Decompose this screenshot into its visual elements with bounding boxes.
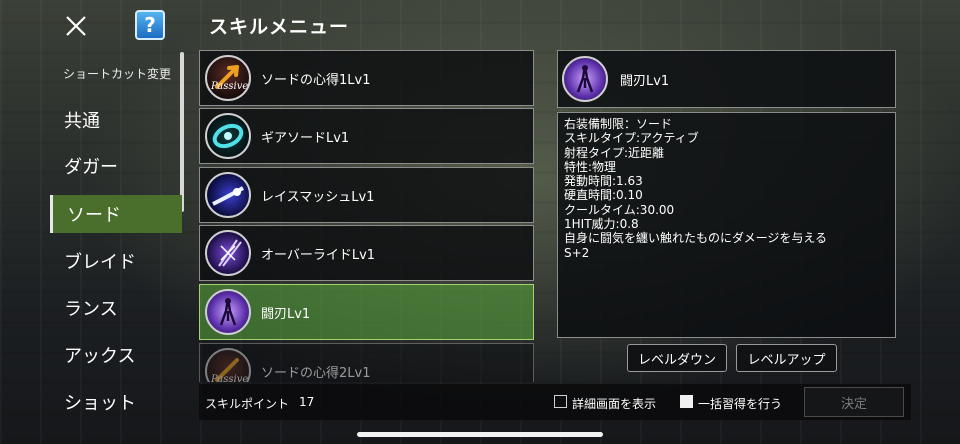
sidebar-item-label: ダガー (64, 157, 118, 178)
skill-row[interactable]: レイスマッシュLv1 (199, 167, 534, 223)
decide-button[interactable]: 決定 (804, 387, 904, 417)
cooldown: クールタイム:30.00 (564, 202, 675, 217)
sidebar-item-label: アックス (64, 346, 136, 367)
touha-icon (562, 56, 608, 102)
sidebar-item-common[interactable]: 共通 (50, 101, 182, 139)
skill-list[interactable]: Passive ソードの心得1Lv1 ギアソードLv1 レイスマッシュLv1 オ… (199, 50, 536, 382)
hit-power: 1HIT威力:0.8 (564, 217, 639, 232)
sidebar-item-label: ブレイド (64, 252, 136, 273)
touha-icon (205, 289, 251, 335)
attribute: 特性:物理 (564, 159, 617, 174)
level-up-button[interactable]: レベルアップ (736, 344, 837, 372)
skill-points-value: 17 (299, 395, 315, 409)
skill-name: ソードの心得2Lv1 (261, 365, 371, 381)
override-icon (205, 230, 251, 276)
skill-name: レイスマッシュLv1 (261, 189, 375, 205)
sidebar-item-lance[interactable]: ランス (50, 289, 182, 327)
cast-time: 発動時間:1.63 (564, 174, 643, 189)
sidebar-item-sword[interactable]: ソード (50, 195, 182, 233)
skill-description: 右装備制限：ソード スキルタイプ:アクティブ 射程タイプ:近距離 特性:物理 発… (557, 112, 896, 338)
grade-text: S+2 (564, 245, 590, 260)
sidebar-item-label: ランス (64, 299, 118, 320)
ray-smash-icon (205, 172, 251, 218)
skill-name: ソードの心得1Lv1 (261, 72, 371, 88)
skill-row[interactable]: Passive ソードの心得1Lv1 (199, 50, 534, 106)
skill-name: 闘刃Lv1 (261, 306, 311, 322)
detail-skill-name: 闘刃Lv1 (620, 73, 670, 89)
gear-sword-icon (205, 113, 251, 159)
sidebar-item-shot[interactable]: ショット (50, 383, 182, 421)
home-indicator[interactable] (357, 432, 603, 437)
bulk-learn-checkbox[interactable] (680, 395, 693, 408)
skill-row-selected[interactable]: 闘刃Lv1 (199, 284, 534, 340)
skill-points-label: スキルポイント (205, 397, 290, 411)
sidebar-item-label: ショット (64, 393, 136, 414)
help-button[interactable]: ? (135, 10, 165, 40)
sidebar-item-label: ソード (67, 205, 121, 226)
level-down-button[interactable]: レベルダウン (627, 344, 727, 372)
show-detail-checkbox[interactable] (554, 395, 567, 408)
page-title: スキルメニュー (209, 16, 350, 38)
stiff-time: 硬直時間:0.10 (564, 188, 643, 203)
close-icon (66, 16, 86, 36)
passive-label: Passive (211, 374, 249, 382)
show-detail-label[interactable]: 詳細画面を表示 (572, 395, 656, 412)
passive-label: Passive (211, 81, 249, 92)
sidebar-item-label: 共通 (64, 111, 100, 132)
description-text: 自身に闘気を纏い触れたものにダメージを与える (564, 231, 828, 246)
skill-row[interactable]: ギアソードLv1 (199, 108, 534, 164)
help-icon: ? (144, 13, 156, 37)
passive-icon: Passive (205, 348, 251, 382)
skill-row[interactable]: Passive ソードの心得2Lv1 (199, 343, 534, 382)
sidebar-item-axe[interactable]: アックス (50, 336, 182, 374)
equip-restriction: 右装備制限：ソード (564, 117, 673, 131)
close-button[interactable] (62, 12, 90, 40)
skill-row[interactable]: オーバーライドLv1 (199, 225, 534, 281)
range-type: 射程タイプ:近距離 (564, 145, 665, 160)
passive-icon: Passive (205, 55, 251, 101)
skill-name: オーバーライドLv1 (261, 247, 376, 263)
skill-detail-header: 闘刃Lv1 (557, 50, 896, 108)
bulk-learn-label[interactable]: 一括習得を行う (698, 395, 782, 412)
shortcut-change-link[interactable]: ショートカット変更 (63, 65, 171, 82)
skill-type: スキルタイプ:アクティブ (564, 131, 699, 146)
sidebar-item-blade[interactable]: ブレイド (50, 242, 182, 280)
sidebar-item-dagger[interactable]: ダガー (50, 147, 182, 185)
skill-name: ギアソードLv1 (261, 130, 350, 146)
